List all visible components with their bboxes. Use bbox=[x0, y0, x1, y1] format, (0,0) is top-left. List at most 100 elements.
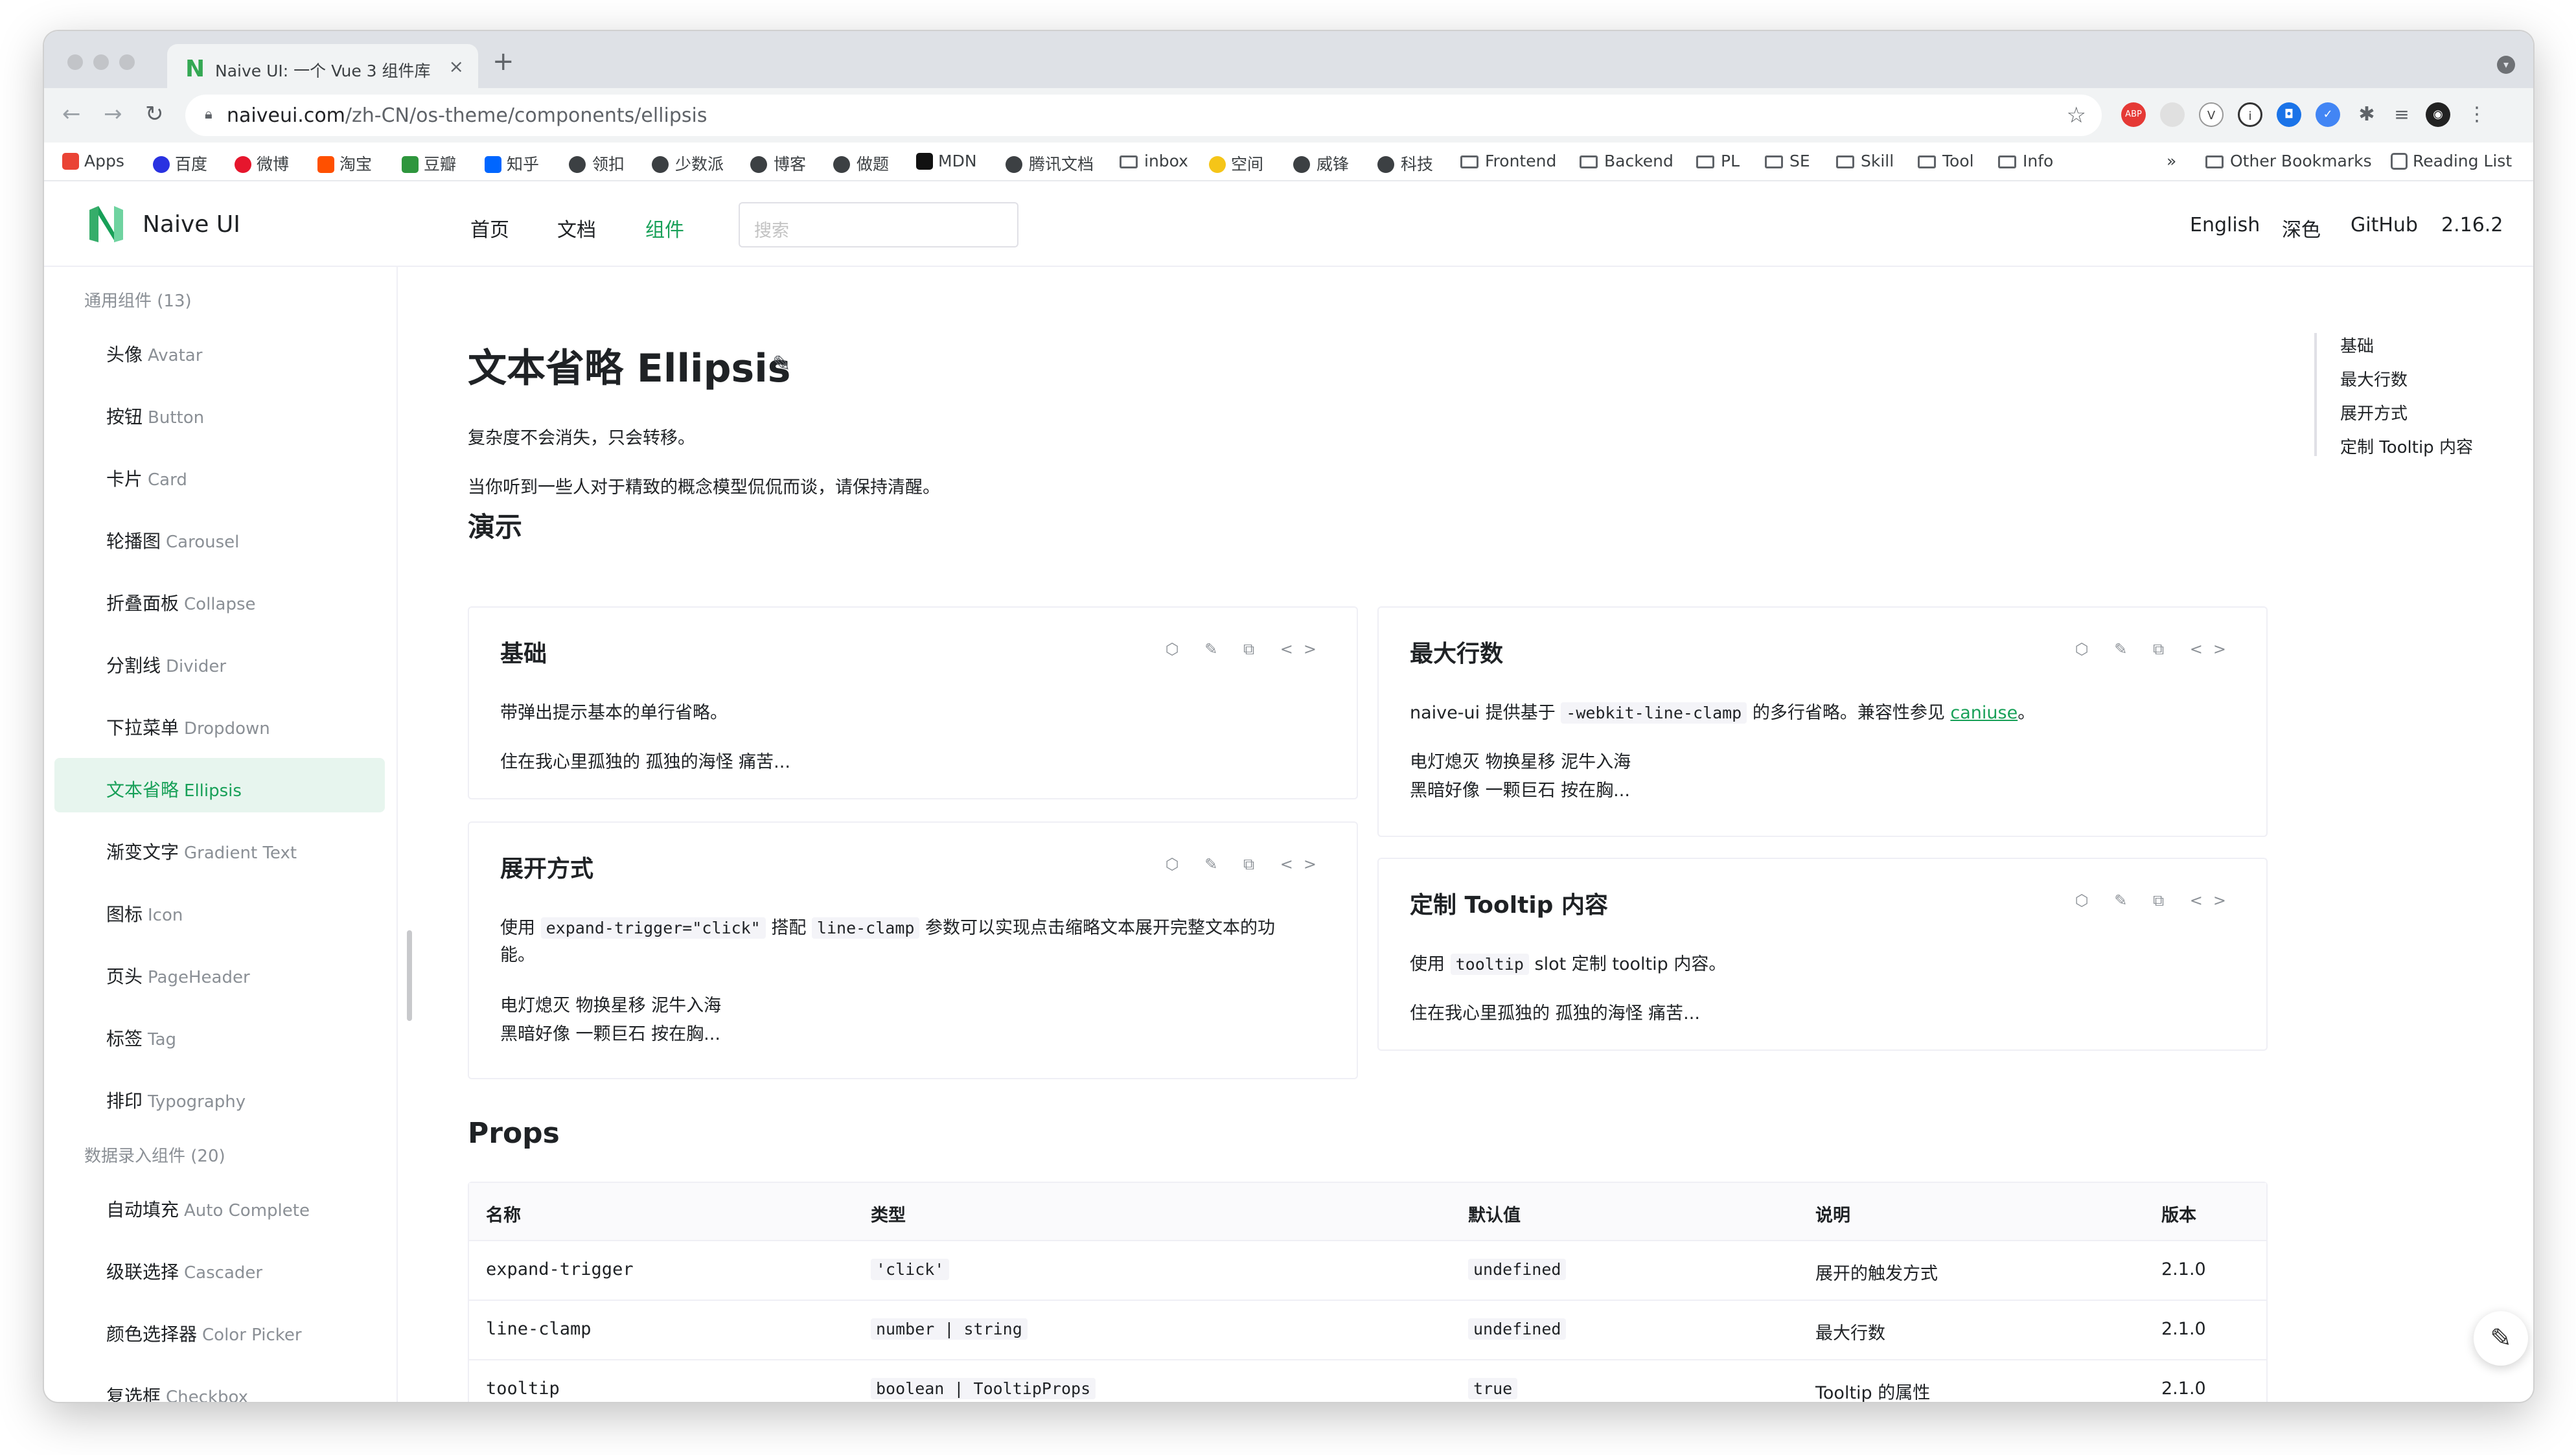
bookmark-taobao[interactable]: 淘宝 bbox=[317, 152, 372, 175]
ellipsis-sample[interactable]: 住在我心里孤独的 孤独的海怪 痛苦... bbox=[1410, 999, 1700, 1024]
language-switch[interactable]: English bbox=[2190, 214, 2260, 236]
bookmark-info[interactable]: Info bbox=[1998, 152, 2053, 170]
info-extension-icon[interactable]: i bbox=[2238, 102, 2262, 127]
sidebar-item-divider[interactable]: 分割线 Divider bbox=[54, 634, 385, 688]
anchor-link-expand[interactable]: 展开方式 bbox=[2340, 400, 2408, 424]
sidebar-item-icon[interactable]: 图标 Icon bbox=[54, 882, 385, 937]
sidebar-item-typography[interactable]: 排印 Typography bbox=[54, 1069, 385, 1123]
sidebar-item-button[interactable]: 按钮 Button bbox=[54, 385, 385, 439]
card-toolbar-icons[interactable]: ⬡ ✎ ⧉ <> bbox=[2075, 891, 2237, 910]
ellipsis-sample[interactable]: 住在我心里孤独的 孤独的海怪 痛苦... bbox=[500, 748, 790, 773]
bookmark-apps[interactable]: Apps bbox=[62, 152, 124, 170]
card-toolbar-icons[interactable]: ⬡ ✎ ⧉ <> bbox=[2075, 640, 2237, 658]
zoom-window-dot[interactable] bbox=[119, 54, 135, 70]
nav-docs[interactable]: 文档 bbox=[557, 214, 596, 242]
bookmark-blog[interactable]: 博客 bbox=[750, 152, 806, 175]
bookmark-baidu[interactable]: 百度 bbox=[153, 152, 207, 175]
anchor-link-tooltip[interactable]: 定制 Tooltip 内容 bbox=[2340, 434, 2473, 458]
naive-ui-logo-icon[interactable] bbox=[87, 203, 126, 245]
back-arrow-icon[interactable]: ← bbox=[62, 101, 81, 127]
sidebar-item-color-picker[interactable]: 颜色选择器 Color Picker bbox=[54, 1302, 385, 1357]
bookmark-mdn[interactable]: MDN bbox=[916, 152, 977, 170]
theme-switch[interactable]: 深色 bbox=[2282, 214, 2321, 242]
reading-list-icon[interactable]: ≡ bbox=[2389, 102, 2414, 127]
browser-menu-icon[interactable]: ⋮ bbox=[2465, 102, 2489, 127]
folder-icon bbox=[1918, 155, 1936, 168]
brand-name[interactable]: Naive UI bbox=[143, 211, 240, 238]
ellipsis-line-1[interactable]: 电灯熄灭 物换星移 泥牛入海 bbox=[500, 991, 721, 1016]
search-input[interactable]: 搜索 bbox=[739, 202, 1018, 247]
github-link[interactable]: GitHub bbox=[2351, 214, 2418, 236]
bookmark-pl[interactable]: PL bbox=[1696, 152, 1740, 170]
bookmark-weibo[interactable]: 微博 bbox=[235, 152, 289, 175]
tab-search-icon[interactable]: ▾ bbox=[2497, 56, 2515, 74]
reading-list-button[interactable]: Reading List bbox=[2391, 152, 2512, 170]
close-window-dot[interactable] bbox=[67, 54, 83, 70]
col-name: 名称 bbox=[486, 1206, 521, 1226]
anchor-link-basic[interactable]: 基础 bbox=[2340, 333, 2374, 357]
bookmark-tool[interactable]: Tool bbox=[1918, 152, 1974, 170]
sidebar-item-checkbox[interactable]: 复选框 Checkbox bbox=[54, 1364, 385, 1402]
bookmark-sspai[interactable]: 少数派 bbox=[652, 152, 724, 175]
card-toolbar-icons[interactable]: ⬡ ✎ ⧉ <> bbox=[1166, 640, 1327, 658]
vimium-extension-icon[interactable]: V bbox=[2199, 102, 2224, 127]
adblock-extension-icon[interactable]: ABP bbox=[2121, 102, 2146, 127]
bookmark-problems[interactable]: 做题 bbox=[833, 152, 889, 175]
bookmark-leetcode[interactable]: 领扣 bbox=[569, 152, 625, 175]
folder-icon bbox=[2205, 155, 2224, 168]
bookmark-inbox[interactable]: inbox bbox=[1120, 152, 1188, 170]
version-label[interactable]: 2.16.2 bbox=[2441, 214, 2503, 236]
card-title: 最大行数 bbox=[1410, 641, 1504, 667]
bookmark-zhihu[interactable]: 知乎 bbox=[485, 152, 539, 175]
bookmark-backend[interactable]: Backend bbox=[1580, 152, 1673, 170]
browser-tab[interactable]: N Naive UI: 一个 Vue 3 组件库 × bbox=[167, 44, 478, 88]
address-bar[interactable]: 🔒︎ naiveui.com/zh-CN/os-theme/components… bbox=[185, 95, 2102, 136]
nav-components[interactable]: 组件 bbox=[645, 214, 684, 242]
puzzle-extensions-icon[interactable]: ✱ bbox=[2354, 102, 2379, 127]
extension-icon-blue[interactable]: ◘ bbox=[2277, 102, 2301, 127]
sidebar-item-tag[interactable]: 标签 Tag bbox=[54, 1007, 385, 1061]
tab-close-icon[interactable]: × bbox=[449, 56, 464, 77]
sidebar-item-dropdown[interactable]: 下拉菜单 Dropdown bbox=[54, 696, 385, 750]
ellipsis-line-2[interactable]: 黑暗好像 一颗巨石 按在胸... bbox=[1410, 776, 1630, 801]
url-text[interactable]: naiveui.com/zh-CN/os-theme/components/el… bbox=[227, 104, 707, 127]
bookmarks-overflow-button[interactable]: » bbox=[2167, 152, 2176, 170]
sidebar-item-carousel[interactable]: 轮播图 Carousel bbox=[54, 509, 385, 564]
browser-toolbar: ← → ↻ 🔒︎ naiveui.com/zh-CN/os-theme/comp… bbox=[44, 88, 2533, 143]
theme-editor-wand-icon[interactable]: ✎ bbox=[2474, 1311, 2528, 1366]
bookmark-skill[interactable]: Skill bbox=[1836, 152, 1894, 170]
forward-arrow-icon[interactable]: → bbox=[104, 101, 122, 127]
bookmark-star-icon[interactable]: ☆ bbox=[2067, 102, 2086, 128]
bookmark-space[interactable]: 空间 bbox=[1209, 152, 1263, 175]
sidebar-item-auto-complete[interactable]: 自动填充 Auto Complete bbox=[54, 1178, 385, 1232]
profile-avatar[interactable]: ◉ bbox=[2426, 102, 2450, 127]
folder-icon bbox=[1765, 155, 1783, 168]
card-toolbar-icons[interactable]: ⬡ ✎ ⧉ <> bbox=[1166, 855, 1327, 873]
extension-icon[interactable] bbox=[2160, 102, 2185, 127]
reload-icon[interactable]: ↻ bbox=[145, 101, 164, 127]
sidebar-item-pageheader[interactable]: 页头 PageHeader bbox=[54, 945, 385, 999]
edit-on-github-icon[interactable]: ✎ bbox=[772, 351, 791, 377]
sidebar-item-collapse[interactable]: 折叠面板 Collapse bbox=[54, 571, 385, 626]
sidebar-item-cascader[interactable]: 级联选择 Cascader bbox=[54, 1240, 385, 1294]
new-tab-button[interactable]: + bbox=[492, 47, 514, 76]
caniuse-link[interactable]: caniuse bbox=[1950, 703, 2018, 723]
sidebar-item-avatar[interactable]: 头像 Avatar bbox=[54, 323, 385, 377]
anchor-link-line-clamp[interactable]: 最大行数 bbox=[2340, 367, 2408, 391]
sidebar-scrollbar[interactable] bbox=[407, 930, 412, 1021]
bookmark-tencent-docs[interactable]: 腾讯文档 bbox=[1006, 152, 1094, 175]
bookmark-weiphone[interactable]: 威锋 bbox=[1293, 152, 1349, 175]
group-title-general: 通用组件 (13) bbox=[84, 292, 192, 311]
ellipsis-line-2[interactable]: 黑暗好像 一颗巨石 按在胸... bbox=[500, 1020, 720, 1045]
check-extension-icon[interactable]: ✓ bbox=[2316, 102, 2340, 127]
bookmark-tech[interactable]: 科技 bbox=[1377, 152, 1433, 175]
bookmark-se[interactable]: SE bbox=[1765, 152, 1810, 170]
minimize-window-dot[interactable] bbox=[93, 54, 109, 70]
sidebar-item-card[interactable]: 卡片 Card bbox=[54, 447, 385, 501]
nav-home[interactable]: 首页 bbox=[470, 214, 509, 242]
other-bookmarks[interactable]: Other Bookmarks bbox=[2205, 152, 2372, 170]
sidebar-item-ellipsis[interactable]: 文本省略 Ellipsis bbox=[54, 758, 385, 812]
sidebar-item-gradient-text[interactable]: 渐变文字 Gradient Text bbox=[54, 820, 385, 875]
bookmark-frontend[interactable]: Frontend bbox=[1460, 152, 1556, 170]
bookmark-douban[interactable]: 豆瓣 bbox=[402, 152, 456, 175]
